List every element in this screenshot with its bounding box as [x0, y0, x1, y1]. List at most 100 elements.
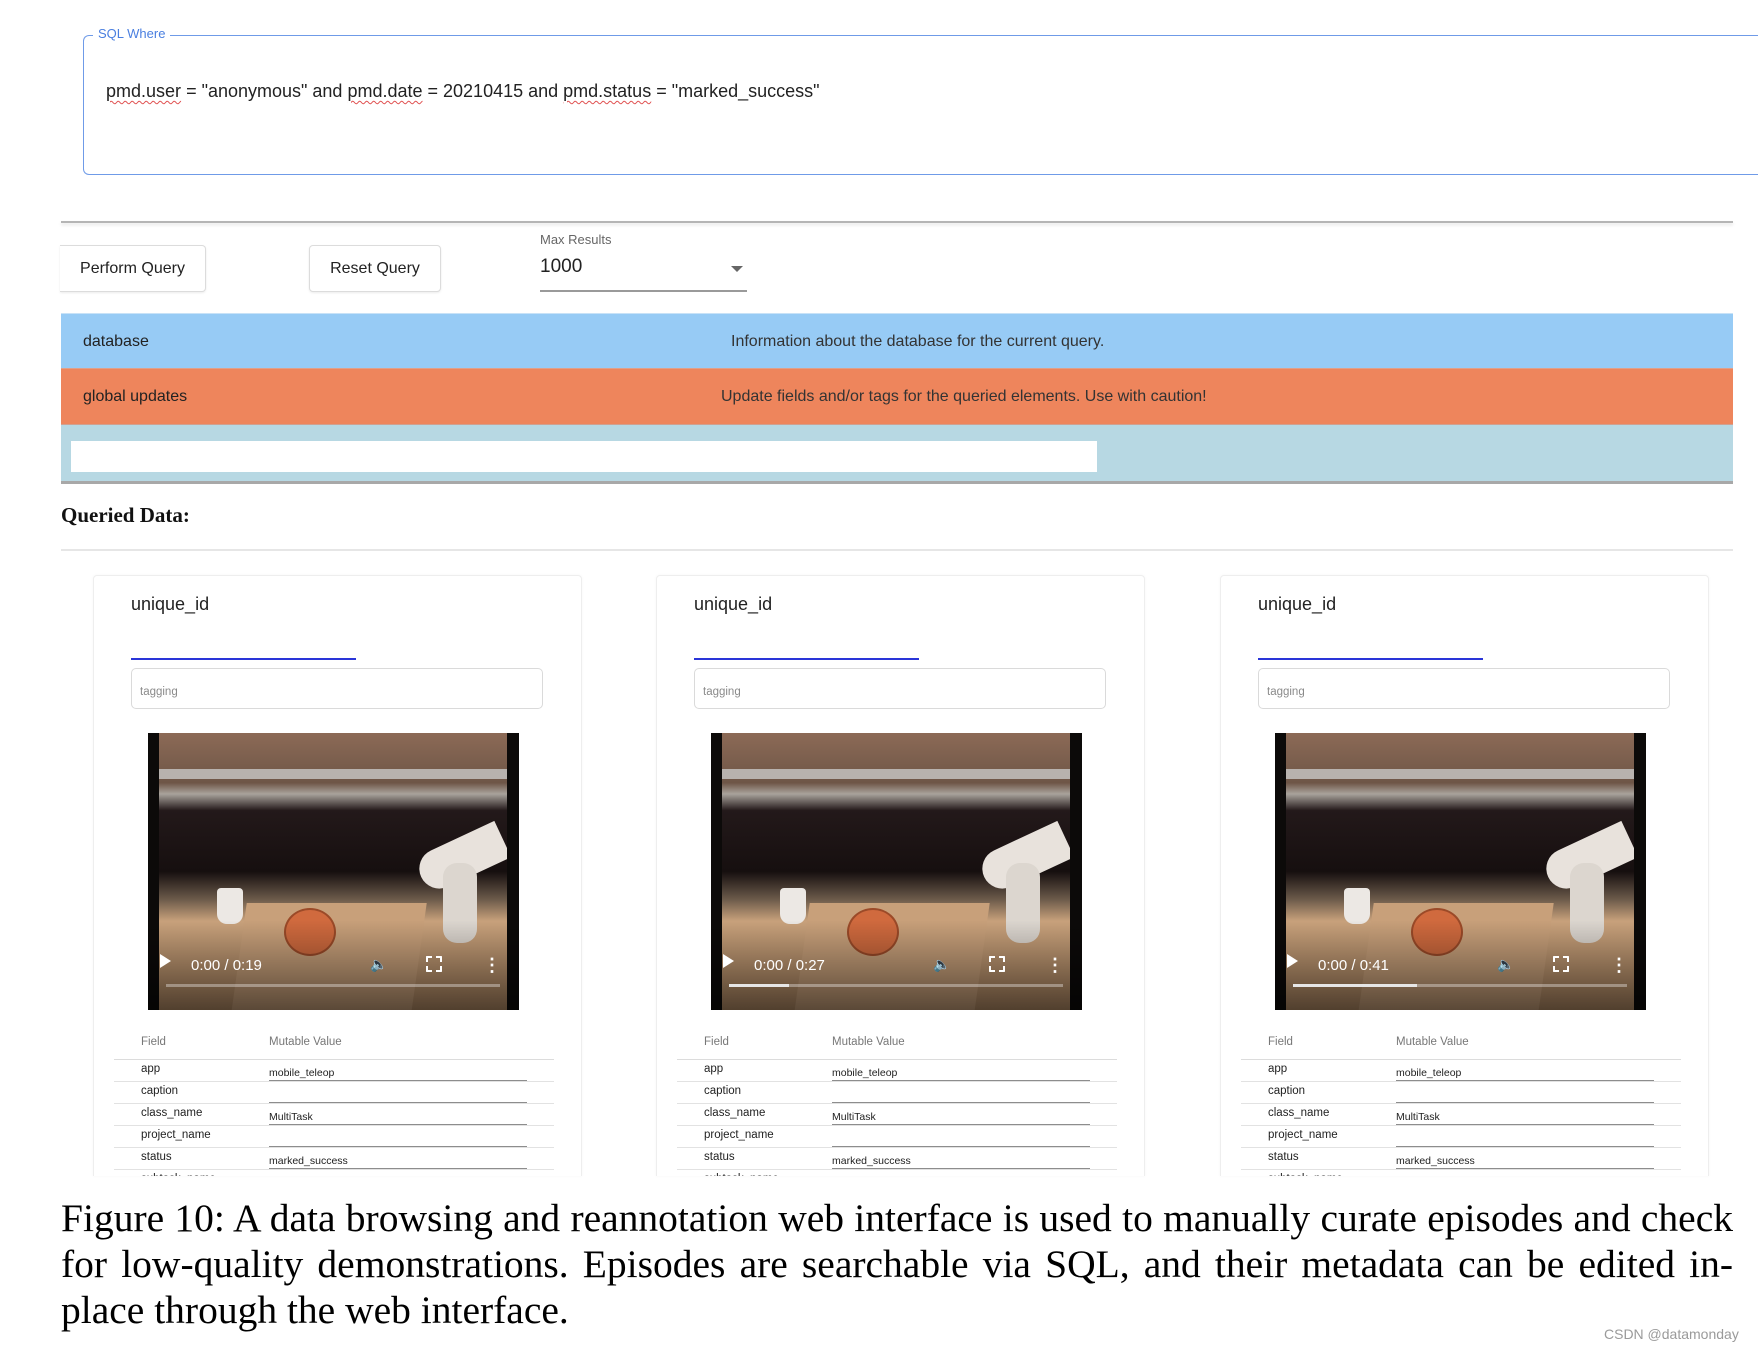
unique-id-input[interactable]: [1258, 658, 1483, 660]
metadata-value-input[interactable]: marked_success: [1396, 1154, 1654, 1169]
metadata-value-input[interactable]: [832, 1088, 1090, 1103]
metadata-row: status marked_success: [677, 1148, 1117, 1170]
divider: [61, 549, 1733, 551]
card-title: unique_id: [1258, 594, 1337, 614]
global-updates-panel-description: Update fields and/or tags for the querie…: [721, 388, 1207, 405]
metadata-field-name: project_name: [141, 1129, 211, 1141]
video-player[interactable]: 0:00 / 0:41 🔈 ⋮: [1275, 733, 1646, 1010]
value-column-header: Mutable Value: [1396, 1036, 1469, 1048]
unique-id-input[interactable]: [694, 658, 919, 660]
sql-token: = 20210415 and: [422, 81, 564, 101]
metadata-header: Field Mutable Value: [1241, 1032, 1681, 1060]
metadata-row: app mobile_teleop: [114, 1060, 554, 1082]
metadata-row: app mobile_teleop: [677, 1060, 1117, 1082]
sql-where-field[interactable]: [83, 35, 1758, 175]
tagging-input[interactable]: tagging: [1258, 668, 1670, 709]
metadata-row: project_name: [1241, 1126, 1681, 1148]
more-options-icon[interactable]: ⋮: [1046, 956, 1064, 974]
tagging-placeholder: tagging: [140, 686, 178, 698]
fullscreen-icon[interactable]: [426, 956, 442, 972]
more-options-icon[interactable]: ⋮: [1610, 956, 1628, 974]
sql-where-label: SQL Where: [93, 26, 171, 41]
metadata-field-name: caption: [141, 1085, 179, 1097]
tagging-placeholder: tagging: [703, 686, 741, 698]
video-progress-bar[interactable]: [166, 984, 500, 987]
global-updates-panel-title: global updates: [83, 388, 188, 405]
video-progress-bar[interactable]: [1293, 984, 1627, 987]
episode-card: unique_id tagging 0:00 / 0:19 🔈 ⋮ Field …: [93, 575, 582, 1176]
fullscreen-icon[interactable]: [989, 956, 1005, 972]
metadata-row: subtask_nameredpepper_whitecup: [1241, 1170, 1681, 1176]
metadata-value-input[interactable]: MultiTask: [269, 1110, 527, 1125]
metadata-value-input[interactable]: [269, 1088, 527, 1103]
metadata-field-name: caption: [1268, 1085, 1306, 1097]
play-icon[interactable]: [723, 954, 734, 968]
metadata-field-name: status: [1268, 1151, 1299, 1163]
card-title: unique_id: [131, 594, 210, 614]
episode-card: unique_id tagging 0:00 / 0:41 🔈 ⋮ Field …: [1220, 575, 1709, 1176]
video-progress-bar[interactable]: [729, 984, 1063, 987]
max-results-select[interactable]: 1000: [540, 252, 747, 292]
metadata-row: class_name MultiTask: [114, 1104, 554, 1126]
metadata-value-input[interactable]: marked_success: [269, 1154, 527, 1169]
metadata-table: Field Mutable Value app mobile_teleop capt…: [114, 1032, 554, 1176]
metadata-value-input[interactable]: [1396, 1132, 1654, 1147]
fullscreen-icon[interactable]: [1553, 956, 1569, 972]
metadata-value-input[interactable]: [832, 1132, 1090, 1147]
play-icon[interactable]: [160, 954, 171, 968]
perform-query-button[interactable]: Perform Query: [60, 245, 206, 292]
metadata-table: Field Mutable Value app mobile_teleop capt…: [677, 1032, 1117, 1176]
episode-card: unique_id tagging 0:00 / 0:27 🔈 ⋮ Field …: [656, 575, 1145, 1176]
reset-query-button[interactable]: Reset Query: [309, 245, 441, 292]
volume-icon[interactable]: 🔈: [370, 956, 387, 972]
field-column-header: Field: [704, 1036, 729, 1048]
video-buffered: [1293, 984, 1417, 987]
more-options-icon[interactable]: ⋮: [483, 956, 501, 974]
metadata-field-name: subtask_name: [141, 1173, 216, 1176]
global-update-input[interactable]: [71, 441, 1097, 472]
metadata-value-input[interactable]: [269, 1132, 527, 1147]
metadata-row: subtask_namedrag_pepper: [677, 1170, 1117, 1176]
metadata-row: status marked_success: [1241, 1148, 1681, 1170]
metadata-value-input[interactable]: mobile_teleop: [269, 1066, 527, 1081]
sql-token: pmd.status: [563, 81, 652, 101]
sql-token: = "marked_success": [651, 81, 820, 101]
global-updates-panel[interactable]: global updates Update fields and/or tags…: [61, 368, 1733, 425]
metadata-value-input[interactable]: marked_success: [832, 1154, 1090, 1169]
play-icon[interactable]: [1287, 954, 1298, 968]
metadata-field-name: app: [704, 1063, 724, 1075]
metadata-field-name: status: [141, 1151, 172, 1163]
tagging-input[interactable]: tagging: [131, 668, 543, 709]
metadata-field-name: project_name: [704, 1129, 774, 1141]
metadata-row: caption: [1241, 1082, 1681, 1104]
metadata-field-name: subtask_name: [704, 1173, 779, 1176]
video-player[interactable]: 0:00 / 0:27 🔈 ⋮: [711, 733, 1082, 1010]
metadata-value-input[interactable]: [1396, 1088, 1654, 1103]
database-panel[interactable]: database Information about the database …: [61, 313, 1733, 369]
volume-icon[interactable]: 🔈: [1497, 956, 1514, 972]
metadata-row: class_name MultiTask: [677, 1104, 1117, 1126]
tagging-input[interactable]: tagging: [694, 668, 1106, 709]
watermark: CSDN @datamonday: [1604, 1326, 1739, 1342]
queried-data-heading: Queried Data:: [61, 503, 190, 527]
metadata-value-input[interactable]: MultiTask: [1396, 1110, 1654, 1125]
metadata-row: subtask_namedrag_pepper: [114, 1170, 554, 1176]
metadata-value-input[interactable]: mobile_teleop: [832, 1066, 1090, 1081]
metadata-row: project_name: [114, 1126, 554, 1148]
metadata-value-input[interactable]: mobile_teleop: [1396, 1066, 1654, 1081]
value-column-header: Mutable Value: [269, 1036, 342, 1048]
video-time: 0:00 / 0:19: [191, 957, 262, 974]
metadata-value-input[interactable]: MultiTask: [832, 1110, 1090, 1125]
metadata-row: class_name MultiTask: [1241, 1104, 1681, 1126]
sql-token: pmd.user: [106, 81, 182, 101]
volume-icon[interactable]: 🔈: [933, 956, 950, 972]
metadata-field-name: class_name: [1268, 1107, 1330, 1119]
unique-id-input[interactable]: [131, 658, 356, 660]
video-player[interactable]: 0:00 / 0:19 🔈 ⋮: [148, 733, 519, 1010]
metadata-field-name: app: [141, 1063, 161, 1075]
value-column-header: Mutable Value: [832, 1036, 905, 1048]
field-column-header: Field: [1268, 1036, 1293, 1048]
metadata-row: project_name: [677, 1126, 1117, 1148]
sql-where-input[interactable]: pmd.user = "anonymous" and pmd.date = 20…: [96, 60, 820, 102]
video-time: 0:00 / 0:41: [1318, 957, 1389, 974]
